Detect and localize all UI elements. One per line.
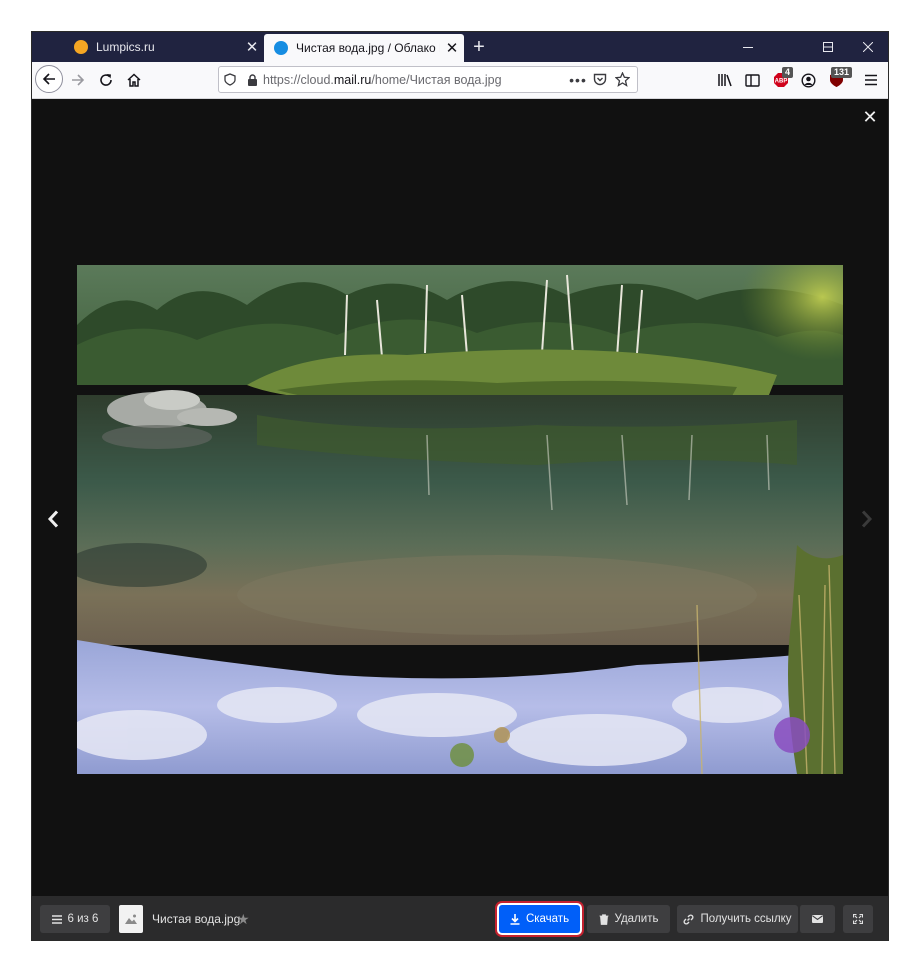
- reload-button[interactable]: [92, 66, 120, 94]
- hamburger-menu-icon: [865, 74, 877, 86]
- tab-title: Lumpics.ru: [96, 40, 155, 54]
- adblock-badge: 4: [782, 67, 794, 78]
- download-button[interactable]: Скачать: [499, 905, 580, 933]
- home-icon: [127, 73, 141, 87]
- delete-label: Удалить: [614, 913, 659, 925]
- list-icon: [51, 914, 62, 924]
- cloud-mail-favicon-icon: [274, 41, 288, 55]
- chevron-left-icon: [47, 510, 59, 528]
- lumpics-favicon-icon: [74, 40, 88, 54]
- maximize-button[interactable]: [808, 32, 848, 62]
- chevron-right-icon: [861, 510, 873, 528]
- trash-icon: [599, 913, 609, 925]
- back-button[interactable]: [35, 65, 63, 93]
- minimize-icon: [743, 47, 753, 48]
- image-viewer: ✕: [32, 99, 888, 896]
- pocket-icon[interactable]: [589, 69, 611, 91]
- ublock-badge: 131: [831, 67, 853, 78]
- envelope-icon: [812, 915, 823, 923]
- more-actions-icon[interactable]: •••: [567, 69, 589, 91]
- url-text: https://cloud.mail.ru/home/Чистая вода.j…: [263, 73, 567, 87]
- ublock-extension-button[interactable]: 131: [822, 66, 853, 94]
- favorite-star-icon[interactable]: ★: [237, 905, 250, 933]
- download-label: Скачать: [525, 913, 570, 925]
- close-tab-icon[interactable]: ✕: [240, 38, 264, 56]
- reload-icon: [100, 74, 112, 86]
- arrow-left-icon: [42, 73, 55, 85]
- library-button[interactable]: [711, 66, 739, 94]
- file-thumbnail: [119, 905, 143, 933]
- fullscreen-button[interactable]: [843, 905, 873, 933]
- home-button[interactable]: [120, 66, 148, 94]
- tab-title: Чистая вода.jpg / Облако Mail: [296, 41, 440, 55]
- close-icon: [863, 42, 873, 52]
- menu-button[interactable]: [857, 66, 885, 94]
- account-icon: [800, 72, 816, 88]
- delete-button[interactable]: Удалить: [587, 905, 670, 933]
- svg-text:ABP: ABP: [775, 79, 788, 85]
- url-path: /home/Чистая вода.jpg: [371, 72, 502, 87]
- fullscreen-icon: [853, 914, 863, 924]
- tab-cloud-mail[interactable]: Чистая вода.jpg / Облако Mail ✕: [264, 34, 464, 62]
- sidebar-icon: [744, 73, 760, 87]
- shield-icon[interactable]: [219, 69, 241, 91]
- close-window-button[interactable]: [848, 32, 888, 62]
- minimize-button[interactable]: [728, 32, 768, 62]
- tab-lumpics[interactable]: Lumpics.ru ✕: [64, 32, 264, 62]
- arrow-right-icon: [72, 74, 85, 86]
- file-name: Чистая вода.jpg: [152, 912, 241, 926]
- lake-photo: [77, 265, 843, 774]
- download-icon: [510, 913, 520, 925]
- gallery-counter: 6 из 6: [67, 913, 99, 925]
- send-email-button[interactable]: [799, 905, 835, 933]
- url-domain: mail.ru: [333, 72, 372, 87]
- bookmark-star-icon[interactable]: [611, 69, 633, 91]
- image-file-icon: [125, 914, 137, 924]
- lock-icon[interactable]: [241, 69, 263, 91]
- viewer-toolbar: 6 из 6 Чистая вода.jpg ★ Скачать Удалить…: [32, 896, 888, 940]
- sidebar-button[interactable]: [738, 66, 766, 94]
- browser-window: Lumpics.ru ✕ Чистая вода.jpg / Облако Ma…: [32, 32, 888, 940]
- url-bar[interactable]: https://cloud.mail.ru/home/Чистая вода.j…: [218, 66, 638, 93]
- forward-button[interactable]: [64, 66, 92, 94]
- account-button[interactable]: [794, 66, 822, 94]
- link-icon: [683, 914, 694, 924]
- url-prefix: https://cloud.: [263, 72, 334, 87]
- next-image-button[interactable]: [855, 504, 879, 534]
- gallery-counter-button[interactable]: 6 из 6: [40, 905, 110, 933]
- navigation-bar: https://cloud.mail.ru/home/Чистая вода.j…: [32, 62, 888, 99]
- close-viewer-button[interactable]: ✕: [860, 107, 880, 127]
- library-icon: [718, 74, 732, 87]
- new-tab-button[interactable]: +: [466, 34, 492, 60]
- close-tab-icon[interactable]: ✕: [440, 39, 464, 57]
- adblock-extension-button[interactable]: ABP 4: [767, 66, 795, 94]
- previous-image-button[interactable]: [41, 504, 65, 534]
- get-link-button[interactable]: Получить ссылку: [677, 905, 798, 933]
- get-link-label: Получить ссылку: [700, 913, 792, 925]
- maximize-icon: [823, 42, 833, 52]
